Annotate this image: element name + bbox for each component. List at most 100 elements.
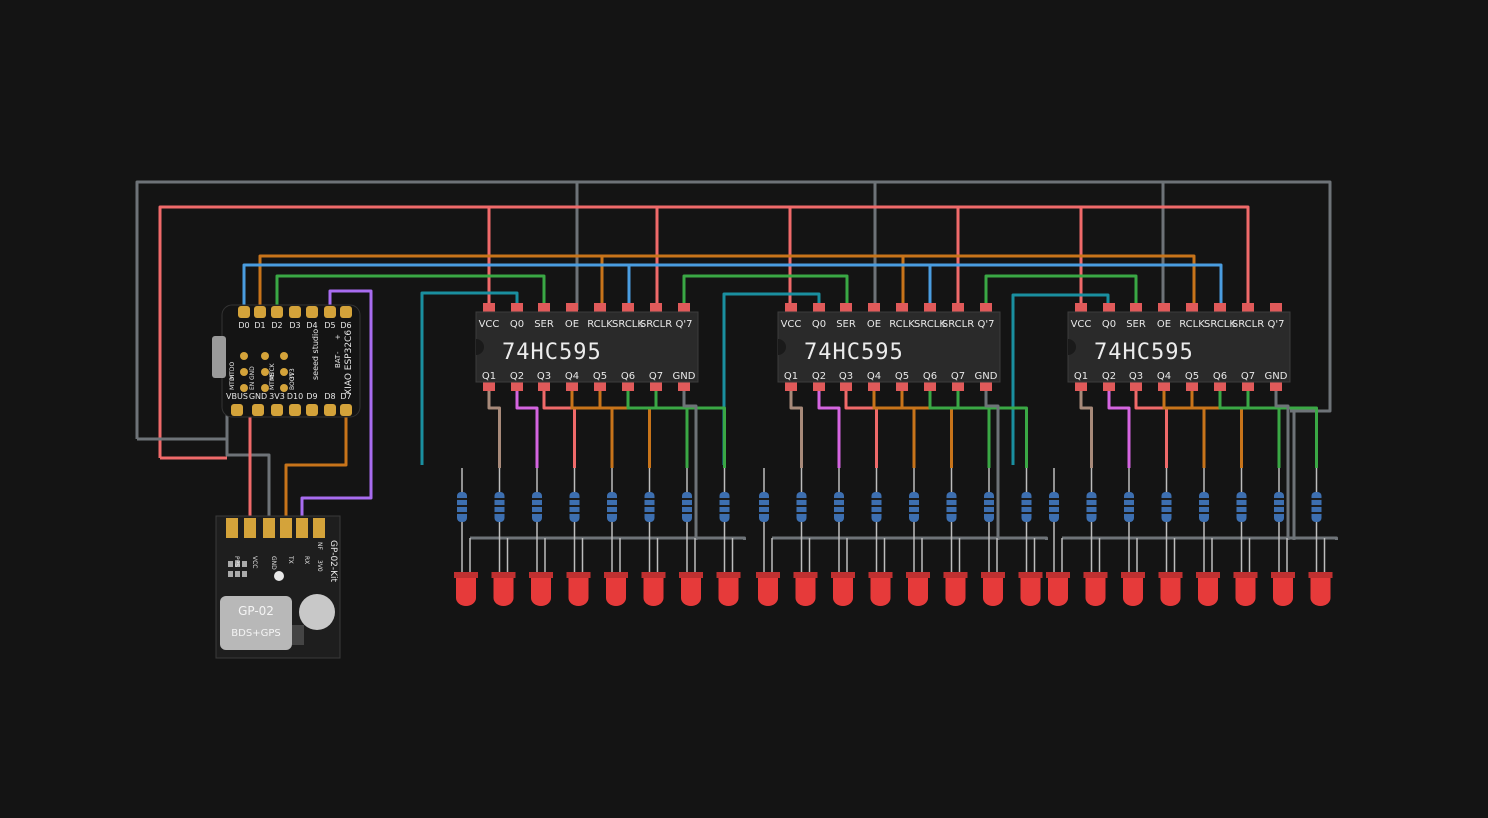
mcu-pin-label: VBUS bbox=[226, 392, 248, 401]
gps-kit-name: GP-02-Kit bbox=[328, 540, 338, 583]
led-rim bbox=[943, 572, 968, 578]
chip-pin-label: Q6 bbox=[621, 371, 635, 382]
chip-pin-label: SER bbox=[534, 319, 554, 330]
mcu-pin-d10 bbox=[289, 404, 301, 416]
led bbox=[456, 578, 476, 606]
led-gnd-bus bbox=[772, 536, 1048, 540]
mcu-pin-d0 bbox=[238, 306, 250, 318]
chip-pin-label: Q2 bbox=[812, 371, 826, 382]
output-wire bbox=[515, 391, 539, 468]
resistor-band bbox=[796, 498, 807, 500]
resistor-band bbox=[532, 505, 542, 507]
resistor-band bbox=[1236, 512, 1247, 514]
mcu-pin-3v3 bbox=[271, 404, 283, 416]
led bbox=[795, 578, 816, 606]
mcu-pin-d5 bbox=[324, 306, 336, 318]
resistor-band bbox=[569, 512, 580, 514]
led-rim bbox=[1308, 572, 1333, 578]
led-rim bbox=[1121, 572, 1145, 578]
gps-pin-label: TX bbox=[287, 555, 294, 564]
resistor-band bbox=[834, 512, 844, 514]
gps-pin bbox=[244, 518, 256, 538]
gps-side-label: 3V0 bbox=[316, 560, 323, 572]
led-rim bbox=[529, 572, 553, 578]
chip-pin-label: Q1 bbox=[482, 371, 496, 382]
led-rim bbox=[868, 572, 893, 578]
chip-pin-label: Q7 bbox=[1241, 371, 1255, 382]
chip-pin-label: Q'7 bbox=[1268, 319, 1285, 330]
mcu-pin-label: D5 bbox=[324, 321, 335, 330]
mcu-pin-d2 bbox=[271, 306, 283, 318]
resistor-band bbox=[1086, 505, 1097, 507]
components: D0 D1 D2 D3 D4 D5 D6VBUS GND 3V3 D10 D9 D8 D7MTDOMTD… bbox=[212, 303, 1333, 659]
resistor-band bbox=[1199, 498, 1209, 500]
resistor-band bbox=[1236, 505, 1247, 507]
gps-smd bbox=[228, 571, 233, 577]
gps-pin-label: PPS bbox=[233, 556, 240, 567]
mcu-pin-d9 bbox=[306, 404, 318, 416]
resistor-band bbox=[1311, 505, 1322, 507]
resistor-band bbox=[1199, 505, 1209, 507]
mcu-pin-gnd bbox=[252, 404, 264, 416]
mcu-pin-d4 bbox=[306, 306, 318, 318]
resistor-band bbox=[984, 505, 994, 507]
gps-pin bbox=[296, 518, 308, 538]
gps-pin bbox=[280, 518, 292, 538]
resistor-band bbox=[1161, 505, 1172, 507]
mcu-pad bbox=[261, 368, 269, 376]
mcu-pad bbox=[240, 384, 248, 392]
mcu-pad bbox=[280, 368, 288, 376]
resistor-band bbox=[1049, 498, 1059, 500]
led-rim bbox=[641, 572, 666, 578]
gps-module-name: GP-02 bbox=[238, 604, 274, 618]
led bbox=[1048, 578, 1068, 606]
resistor-band bbox=[719, 498, 730, 500]
resistor-band bbox=[1049, 505, 1059, 507]
resistor-band bbox=[909, 505, 919, 507]
resistor-band bbox=[719, 505, 730, 507]
mcu-pad bbox=[261, 384, 269, 392]
resistor-band bbox=[1236, 498, 1247, 500]
output-wire bbox=[1246, 391, 1318, 468]
mcu-pin-label: GND bbox=[249, 392, 267, 401]
chip-pin-label: Q4 bbox=[565, 371, 579, 382]
gps-connector bbox=[292, 625, 304, 645]
output-wire bbox=[900, 391, 953, 468]
gps-pin bbox=[226, 518, 238, 538]
gps-gnd-wire bbox=[225, 415, 271, 518]
chip-pin-label: OE bbox=[867, 319, 881, 330]
led bbox=[718, 578, 739, 606]
output-wire bbox=[1190, 391, 1243, 468]
led-rim bbox=[1233, 572, 1258, 578]
resistor-band bbox=[834, 505, 844, 507]
resistor-band bbox=[1086, 498, 1097, 500]
gps-tx-wire bbox=[284, 415, 348, 518]
resistor-band bbox=[871, 498, 882, 500]
output-wire bbox=[844, 391, 878, 468]
resistor-band bbox=[946, 512, 957, 514]
led bbox=[643, 578, 664, 606]
mcu-name: XIAO ESP32C6 bbox=[344, 330, 354, 395]
chip-pin-label: Q3 bbox=[1129, 371, 1143, 382]
chip-pin-label: GND bbox=[673, 371, 696, 382]
resistor-band bbox=[607, 505, 617, 507]
led bbox=[945, 578, 966, 606]
output-wire bbox=[570, 391, 614, 468]
led-rim bbox=[1046, 572, 1070, 578]
mcu-bat-label: BAT bbox=[334, 354, 342, 368]
led bbox=[1198, 578, 1218, 606]
resistor-band bbox=[796, 505, 807, 507]
mcu-pin-d8 bbox=[324, 404, 336, 416]
mcu-pad bbox=[280, 384, 288, 392]
resistor-band bbox=[719, 512, 730, 514]
mcu-pin-label: D1 bbox=[254, 321, 265, 330]
led-rim bbox=[981, 572, 1005, 578]
led-rim bbox=[1158, 572, 1183, 578]
led-rim bbox=[1271, 572, 1295, 578]
mcu-pin-label: D9 bbox=[306, 392, 317, 401]
chip-pin-label: Q6 bbox=[1213, 371, 1227, 382]
resistor-band bbox=[494, 498, 505, 500]
resistor-band bbox=[1124, 498, 1134, 500]
chip-pin-label: SRCLR bbox=[942, 319, 974, 330]
chip-label: 74HC595 bbox=[502, 340, 602, 365]
